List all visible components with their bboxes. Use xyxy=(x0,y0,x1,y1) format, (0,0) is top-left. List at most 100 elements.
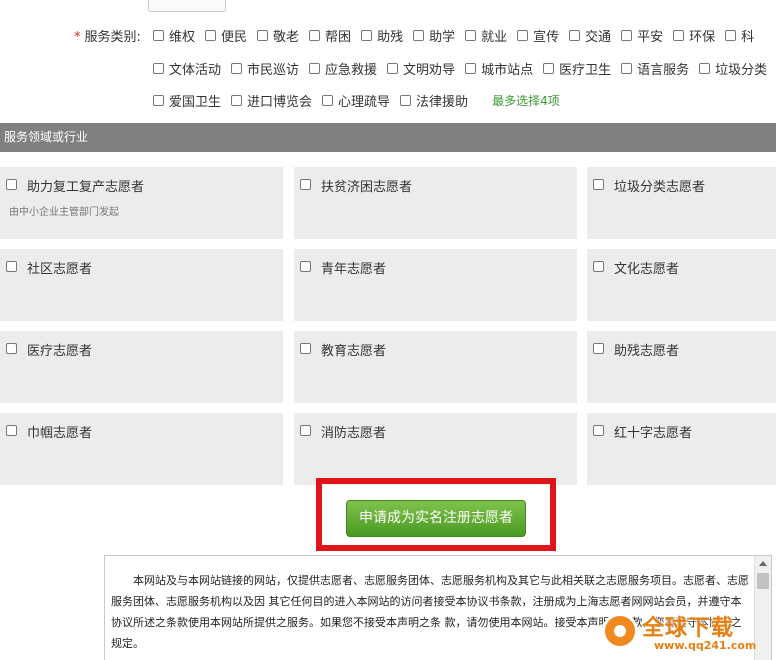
volunteer-type-card[interactable]: 消防志愿者 xyxy=(294,413,577,485)
volunteer-type-card[interactable]: 扶贫济困志愿者 xyxy=(294,167,577,239)
category-option[interactable]: 文体活动 xyxy=(153,59,221,78)
category-option[interactable]: 宣传 xyxy=(517,26,559,45)
volunteer-type-note: 由中小企业主管部门发起 xyxy=(9,207,119,218)
checkbox[interactable] xyxy=(699,63,711,74)
checkbox[interactable] xyxy=(300,261,311,272)
checkbox[interactable] xyxy=(673,30,685,41)
category-option[interactable]: 进口博览会 xyxy=(231,91,312,110)
category-option[interactable]: 帮困 xyxy=(309,26,351,45)
checkbox[interactable] xyxy=(465,30,477,41)
category-option-label: 助残 xyxy=(377,30,404,45)
category-option[interactable]: 垃圾分类 xyxy=(699,59,767,78)
category-option[interactable]: 心理疏导 xyxy=(322,91,390,110)
checkbox[interactable] xyxy=(387,63,399,74)
category-option-label: 交通 xyxy=(585,30,612,45)
category-option[interactable]: 交通 xyxy=(569,26,611,45)
category-option[interactable]: 文明劝导 xyxy=(387,59,455,78)
category-option[interactable]: 应急救援 xyxy=(309,59,377,78)
checkbox[interactable] xyxy=(621,63,633,74)
volunteer-type-card[interactable]: 社区志愿者 xyxy=(0,249,283,321)
checkbox[interactable] xyxy=(309,63,321,74)
apply-volunteer-button[interactable]: 申请成为实名注册志愿者 xyxy=(346,500,526,537)
category-option-label: 文体活动 xyxy=(169,63,222,78)
checkbox[interactable] xyxy=(300,425,311,436)
category-option[interactable]: 环保 xyxy=(673,26,715,45)
category-option-label: 爱国卫生 xyxy=(169,95,222,110)
category-option[interactable]: 便民 xyxy=(205,26,247,45)
checkbox[interactable] xyxy=(309,30,321,41)
watermark-url: www.qq241.com xyxy=(654,639,757,652)
checkbox[interactable] xyxy=(569,30,581,41)
volunteer-type-title: 消防志愿者 xyxy=(321,426,387,441)
checkbox[interactable] xyxy=(517,30,529,41)
category-option-label: 维权 xyxy=(169,30,196,45)
checkbox[interactable] xyxy=(465,63,477,74)
scroll-thumb[interactable] xyxy=(757,573,769,589)
volunteer-type-card[interactable]: 青年志愿者 xyxy=(294,249,577,321)
category-option[interactable]: 就业 xyxy=(465,26,507,45)
checkbox[interactable] xyxy=(593,343,604,354)
watermark: 全球下载 www.qq241.com xyxy=(594,608,774,660)
category-row-2: 文体活动 市民巡访 应急救援 文明劝导 城市站点 医疗卫生 语言服务 垃圾分类 xyxy=(153,59,776,78)
category-option[interactable]: 法律援助 xyxy=(400,91,468,110)
category-option[interactable]: 维权 xyxy=(153,26,195,45)
checkbox[interactable] xyxy=(593,179,604,190)
category-option-label: 法律援助 xyxy=(416,95,469,110)
category-option[interactable]: 平安 xyxy=(621,26,663,45)
checkbox[interactable] xyxy=(543,63,555,74)
category-option[interactable]: 助学 xyxy=(413,26,455,45)
max-selection-hint: 最多选择4项 xyxy=(492,94,560,108)
volunteer-type-card[interactable]: 教育志愿者 xyxy=(294,331,577,403)
checkbox[interactable] xyxy=(257,30,269,41)
volunteer-type-card[interactable]: 文化志愿者 xyxy=(587,249,776,321)
checkbox[interactable] xyxy=(6,343,17,354)
checkbox[interactable] xyxy=(153,95,164,106)
previous-field-stub xyxy=(148,0,226,12)
category-option-label: 宣传 xyxy=(533,30,560,45)
volunteer-type-title: 红十字志愿者 xyxy=(614,426,693,441)
checkbox[interactable] xyxy=(300,179,311,190)
volunteer-type-title: 青年志愿者 xyxy=(321,262,387,277)
category-option[interactable]: 医疗卫生 xyxy=(543,59,611,78)
volunteer-type-card[interactable]: 红十字志愿者 xyxy=(587,413,776,485)
checkbox[interactable] xyxy=(593,261,604,272)
volunteer-type-card[interactable]: 巾帼志愿者 xyxy=(0,413,283,485)
volunteer-type-card[interactable]: 助力复工复产志愿者 由中小企业主管部门发起 xyxy=(0,167,283,239)
scroll-up-arrow-icon[interactable] xyxy=(759,561,767,566)
category-option-label: 市民巡访 xyxy=(247,63,300,78)
category-option[interactable]: 科 xyxy=(725,26,754,45)
checkbox[interactable] xyxy=(205,30,217,41)
checkbox[interactable] xyxy=(621,30,633,41)
category-option-label: 心理疏导 xyxy=(338,95,391,110)
category-option-label: 文明劝导 xyxy=(403,63,456,78)
volunteer-type-card[interactable]: 医疗志愿者 xyxy=(0,331,283,403)
checkbox[interactable] xyxy=(400,95,412,106)
volunteer-type-card[interactable]: 垃圾分类志愿者 xyxy=(587,167,776,239)
section-header: 服务领域或行业 xyxy=(0,123,776,152)
checkbox[interactable] xyxy=(300,343,311,354)
checkbox[interactable] xyxy=(361,30,373,41)
volunteer-type-title: 巾帼志愿者 xyxy=(27,426,93,441)
checkbox[interactable] xyxy=(593,425,604,436)
category-option-label: 平安 xyxy=(637,30,664,45)
checkbox[interactable] xyxy=(153,30,164,41)
category-option[interactable]: 市民巡访 xyxy=(231,59,299,78)
category-option[interactable]: 爱国卫生 xyxy=(153,91,221,110)
checkbox[interactable] xyxy=(322,95,334,106)
category-option[interactable]: 城市站点 xyxy=(465,59,533,78)
service-category-label: * 服务类别: xyxy=(74,26,141,45)
checkbox[interactable] xyxy=(231,95,243,106)
category-option[interactable]: 助残 xyxy=(361,26,403,45)
checkbox[interactable] xyxy=(6,261,17,272)
checkbox[interactable] xyxy=(725,30,737,41)
category-option-label: 便民 xyxy=(221,30,248,45)
volunteer-type-card[interactable]: 助残志愿者 xyxy=(587,331,776,403)
category-option[interactable]: 语言服务 xyxy=(621,59,689,78)
checkbox[interactable] xyxy=(413,30,425,41)
checkbox[interactable] xyxy=(6,425,17,436)
checkbox[interactable] xyxy=(231,63,243,74)
checkbox[interactable] xyxy=(153,63,164,74)
category-option-label: 环保 xyxy=(689,30,716,45)
checkbox[interactable] xyxy=(6,179,17,190)
category-option[interactable]: 敬老 xyxy=(257,26,299,45)
